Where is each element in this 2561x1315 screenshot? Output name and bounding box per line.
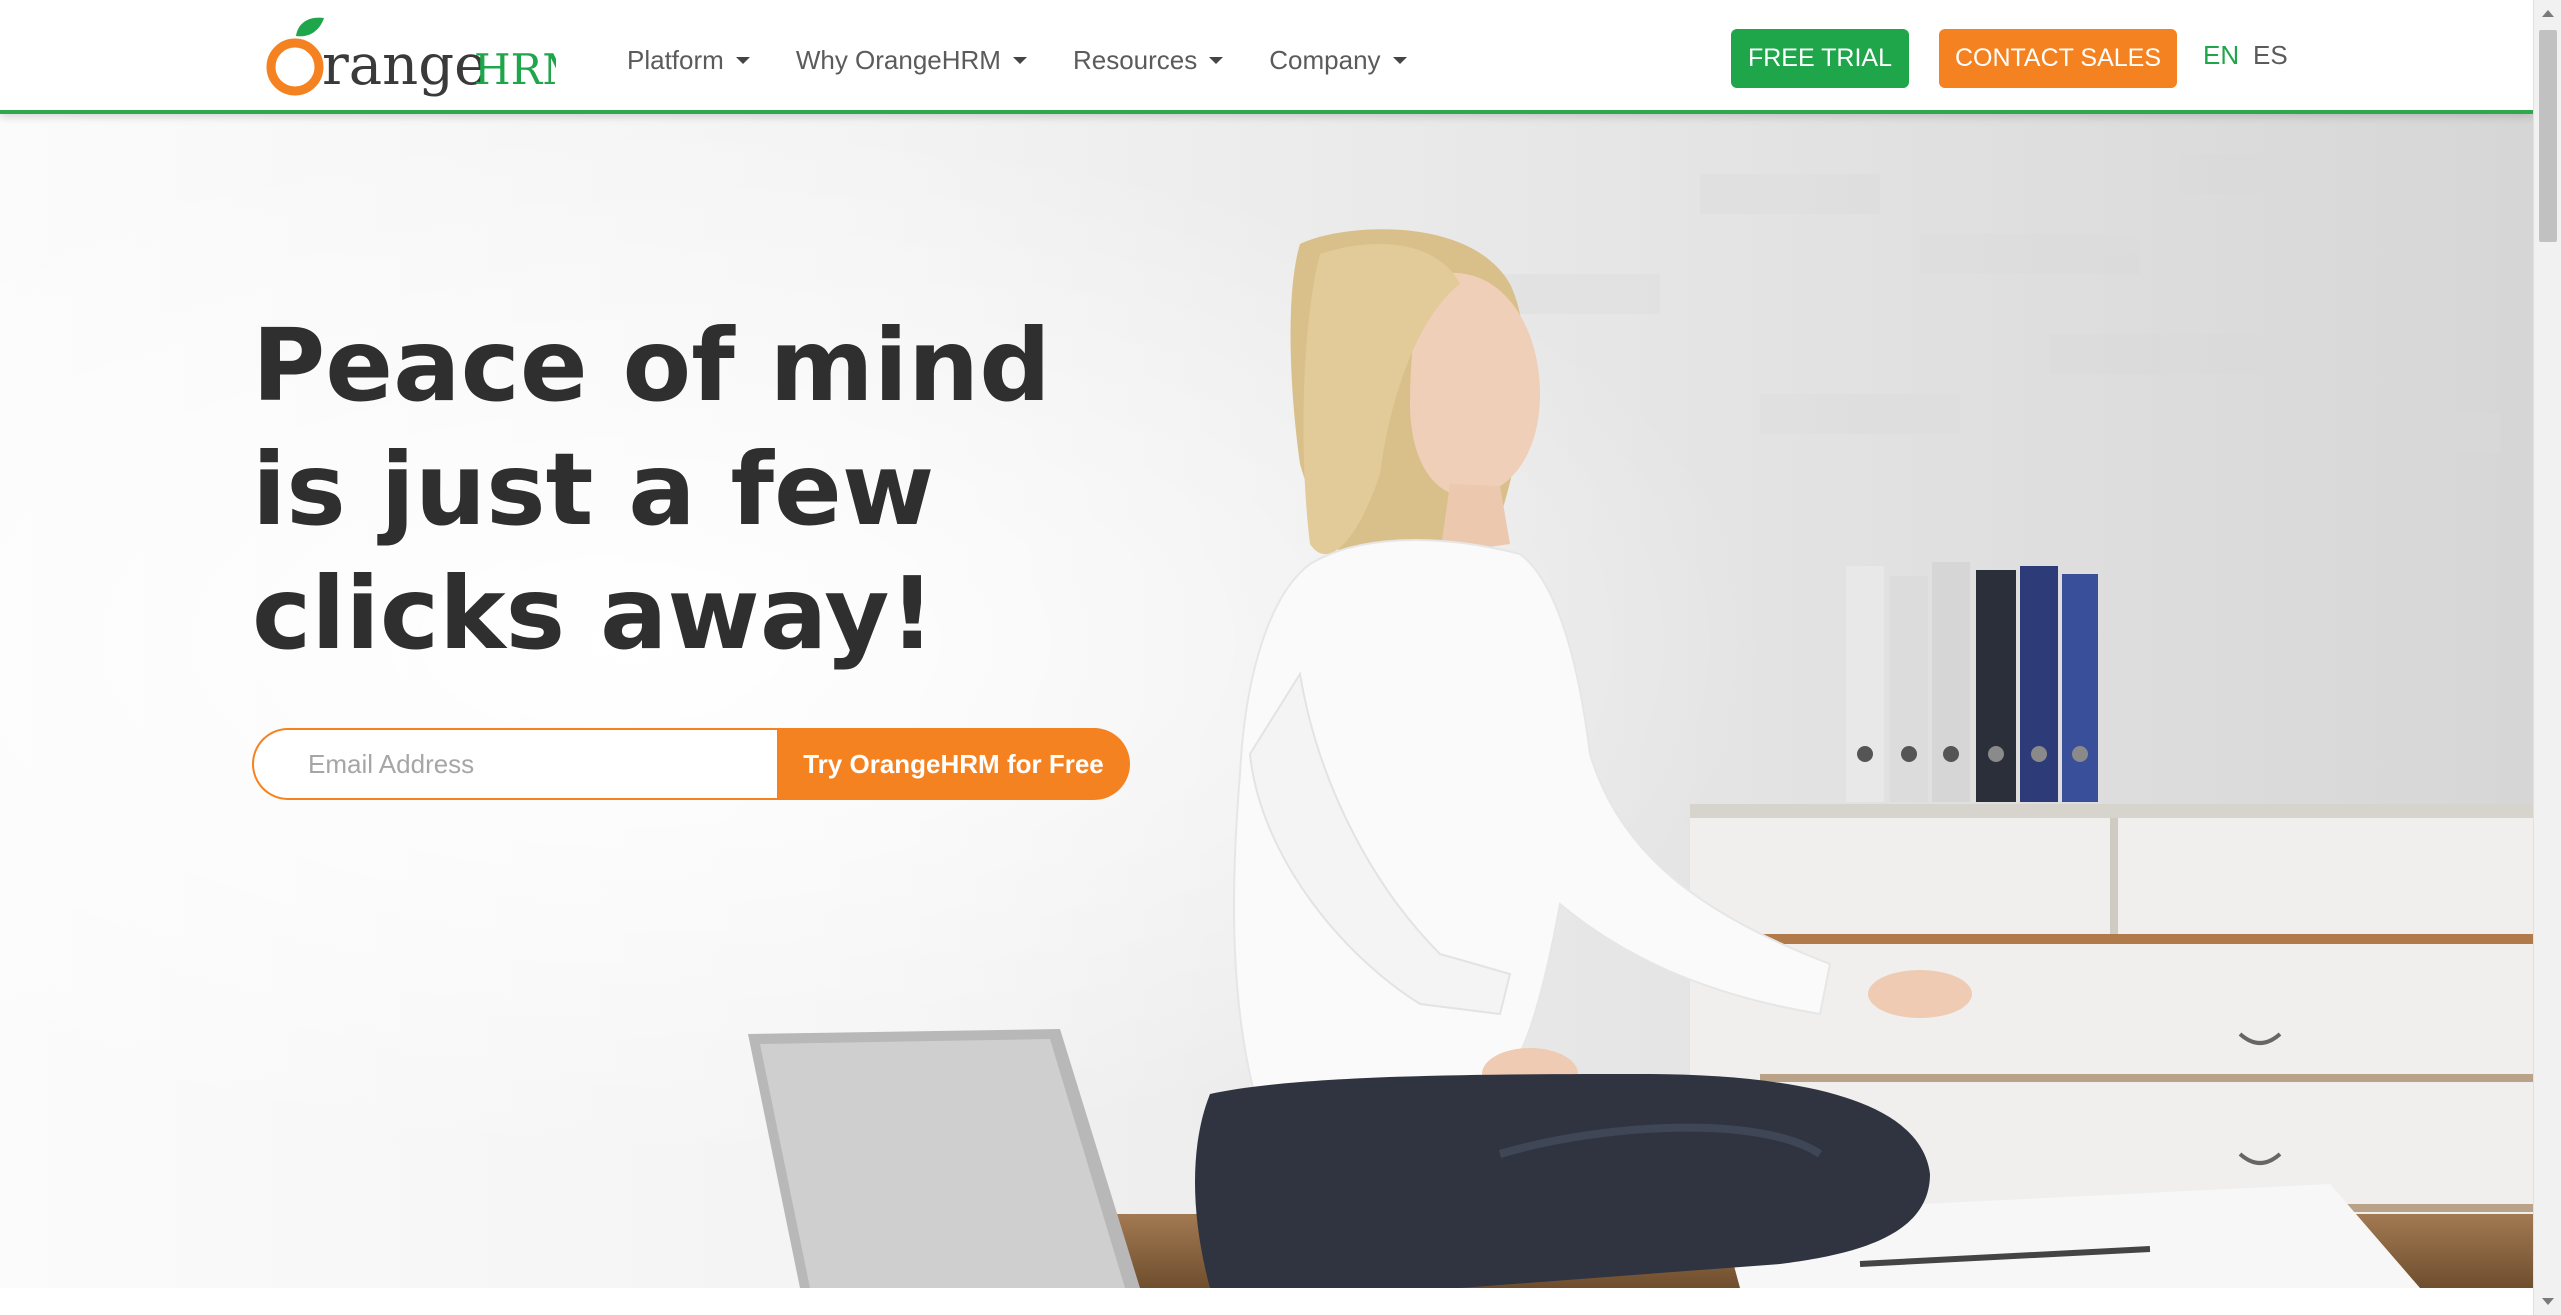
nav-why-orangehrm-label: Why OrangeHRM (795, 44, 1001, 75)
language-es-link[interactable]: ES (2253, 40, 2288, 71)
caret-down-icon (1392, 56, 1407, 64)
logo-wordmark: range (322, 33, 487, 98)
try-orangehrm-free-button[interactable]: Try OrangeHRM for Free (777, 728, 1130, 800)
site-header: range HRM Platform Why OrangeHRM Resourc… (0, 0, 2533, 114)
hero-background-image (0, 114, 2533, 1288)
nav-platform[interactable]: Platform (627, 45, 750, 76)
language-en-link[interactable]: EN (2203, 40, 2239, 71)
nav-resources-label: Resources (1072, 44, 1198, 75)
free-trial-button[interactable]: FREE TRIAL (1731, 29, 1909, 88)
contact-sales-button[interactable]: CONTACT SALES (1939, 29, 2177, 88)
scroll-up-arrow-icon[interactable] (2542, 10, 2554, 17)
nav-company-label: Company (1269, 44, 1381, 75)
nav-why-orangehrm[interactable]: Why OrangeHRM (796, 45, 1027, 76)
hero-section: Peace of mind is just a few clicks away!… (0, 114, 2533, 1288)
hero-headline: Peace of mind is just a few clicks away! (252, 304, 1052, 676)
email-address-input[interactable] (252, 728, 777, 800)
trial-signup-form: Try OrangeHRM for Free (252, 728, 1130, 800)
main-nav: Platform Why OrangeHRM Resources Company (627, 36, 1453, 84)
page-scrollbar[interactable] (2533, 0, 2561, 1315)
caret-down-icon (735, 56, 750, 64)
orangehrm-logo[interactable]: range HRM (266, 14, 585, 98)
headline-line-3: clicks away! (252, 555, 936, 672)
logo-hrm: HRM (474, 45, 556, 94)
caret-down-icon (1012, 56, 1027, 64)
scrollbar-thumb[interactable] (2539, 30, 2557, 242)
page: range HRM Platform Why OrangeHRM Resourc… (0, 0, 2533, 1315)
nav-platform-label: Platform (627, 44, 724, 75)
nav-resources[interactable]: Resources (1072, 44, 1224, 76)
scroll-down-arrow-icon[interactable] (2542, 1298, 2554, 1305)
orangehrm-logo-mark: range HRM (266, 17, 585, 98)
headline-line-2: is just a few (252, 431, 935, 548)
headline-line-1: Peace of mind (252, 307, 1051, 424)
nav-company[interactable]: Company (1269, 44, 1407, 76)
caret-down-icon (1209, 56, 1224, 64)
